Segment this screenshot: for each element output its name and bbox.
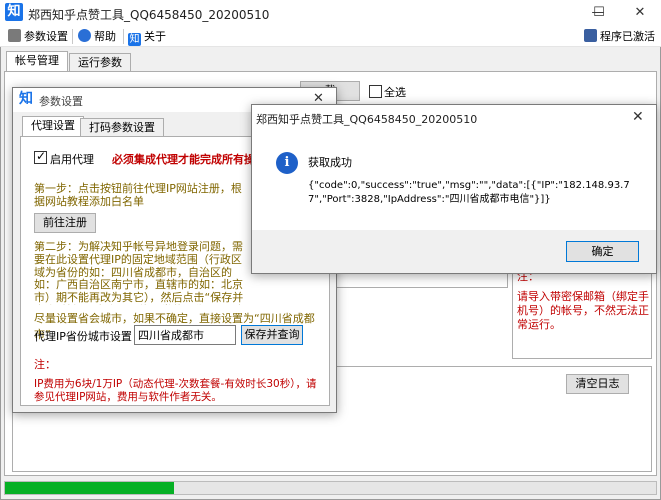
message-box-close-button[interactable]: ✕ [632,109,644,125]
account-note: 请导入带密保邮箱（绑定手机号）的帐号，不然无法正常运行。 [517,290,649,331]
proxy-note: IP费用为6块/1万IP（动态代理-次数套餐-有效时长30秒），请参见代理IP网… [34,378,317,403]
tab-run-params[interactable]: 运行参数 [69,53,131,73]
activation-status: 程序已激活 [584,28,655,45]
tab-proxy-settings[interactable]: 代理设置 [22,116,84,137]
about-logo-icon: 知 [128,33,141,46]
message-box-titlebar: 郑西知乎点赞工具_QQ6458450_20200510 ✕ [252,105,656,131]
step2-text: 第二步：为解决知乎帐号异地登录问题，需要在此设置代理IP的固定地域范围（行政区域… [34,241,248,305]
save-query-button[interactable]: 保存并查询 [241,325,303,345]
close-button[interactable]: ✕ [619,0,661,26]
ok-button[interactable]: 确定 [566,241,639,262]
info-icon: i [276,152,298,174]
help-icon [78,29,91,42]
progress-fill [5,482,175,494]
message-body: {"code":0,"success":"true","msg":"","dat… [308,180,630,205]
menu-help[interactable]: 帮助 [78,28,116,45]
city-input[interactable] [134,325,236,345]
tab-captcha-settings[interactable]: 打码参数设置 [80,118,164,138]
proxy-warning: 必须集成代理才能完成所有操作 [112,153,252,166]
settings-dialog-title: 参数设置 [39,95,83,108]
activation-status-label: 程序已激活 [600,30,655,43]
menu-help-label: 帮助 [94,30,116,43]
settings-wrench-icon [8,29,21,42]
menu-about-label: 关于 [144,30,166,43]
settings-logo-icon: 知 [19,91,33,107]
city-label: 代理IP省份城市设置 [34,330,132,343]
maximize-icon: ☐ [593,5,605,20]
menu-settings[interactable]: 参数设置 [8,28,68,45]
goto-register-button[interactable]: 前往注册 [34,213,96,233]
menu-separator [72,29,73,44]
proxy-note-label: 注： [34,358,56,371]
menu-about[interactable]: 知关于 [128,28,166,46]
tab-account-management[interactable]: 帐号管理 [6,51,68,72]
progress-bar [4,481,657,495]
step1-text: 第一步：点击按钮前往代理IP网站注册，根据网站教程添加白名单 [34,182,242,208]
select-all-label: 全选 [384,86,406,99]
clear-log-button[interactable]: 清空日志 [566,374,629,394]
title-bar: 知 郑西知乎点赞工具_QQ6458450_20200510 — ✕ [0,0,661,26]
menu-settings-label: 参数设置 [24,30,68,43]
book-icon [584,29,597,42]
menu-bar: 参数设置 帮助 知关于 程序已激活 [0,26,661,47]
window-title: 郑西知乎点赞工具_QQ6458450_20200510 [28,8,270,22]
message-box-title: 郑西知乎点赞工具_QQ6458450_20200510 [256,113,478,126]
select-all-checkbox[interactable] [369,85,382,98]
app-logo-icon: 知 [5,3,23,21]
menu-separator [123,29,124,44]
message-heading: 获取成功 [308,156,352,169]
enable-proxy-label: 启用代理 [50,153,94,166]
enable-proxy-checkbox[interactable] [34,149,47,164]
